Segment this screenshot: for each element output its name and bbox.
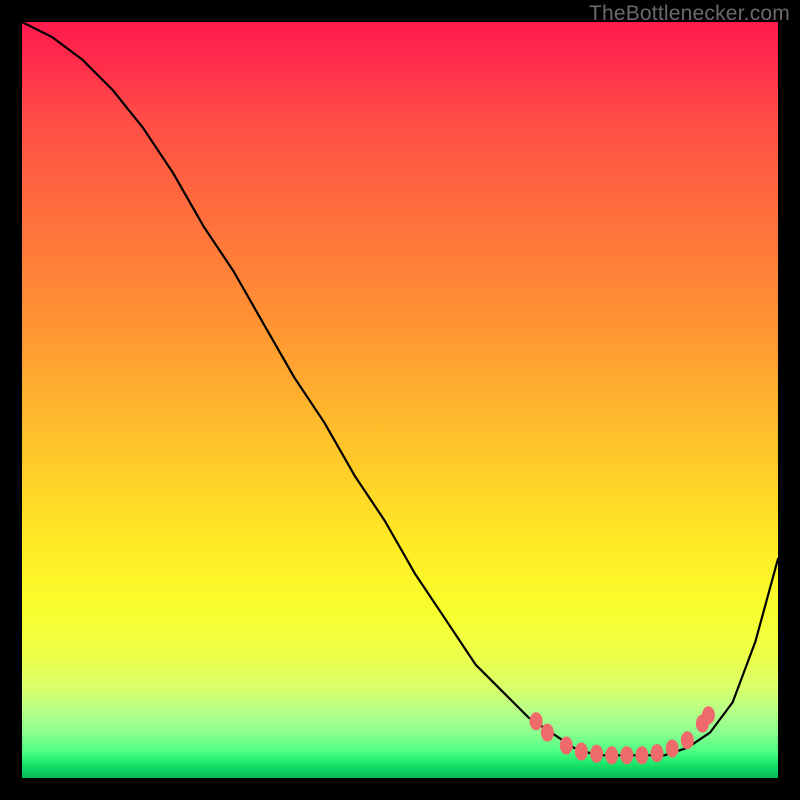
marker-dot: [530, 712, 543, 730]
marker-dot: [560, 737, 573, 755]
curve-layer: [22, 22, 778, 755]
marker-dot: [681, 731, 694, 749]
main-curve: [22, 22, 778, 755]
markers-layer: [530, 706, 715, 764]
marker-dot: [702, 706, 715, 724]
marker-dot: [620, 746, 633, 764]
marker-dot: [605, 746, 618, 764]
watermark-text: TheBottlenecker.com: [589, 2, 790, 26]
marker-dot: [541, 724, 554, 742]
marker-dot: [590, 745, 603, 763]
chart-frame: TheBottlenecker.com: [0, 0, 800, 800]
chart-svg: [22, 22, 778, 778]
marker-dot: [666, 740, 679, 758]
marker-dot: [575, 743, 588, 761]
marker-dot: [635, 746, 648, 764]
plot-area: [22, 22, 778, 778]
marker-dot: [651, 744, 664, 762]
